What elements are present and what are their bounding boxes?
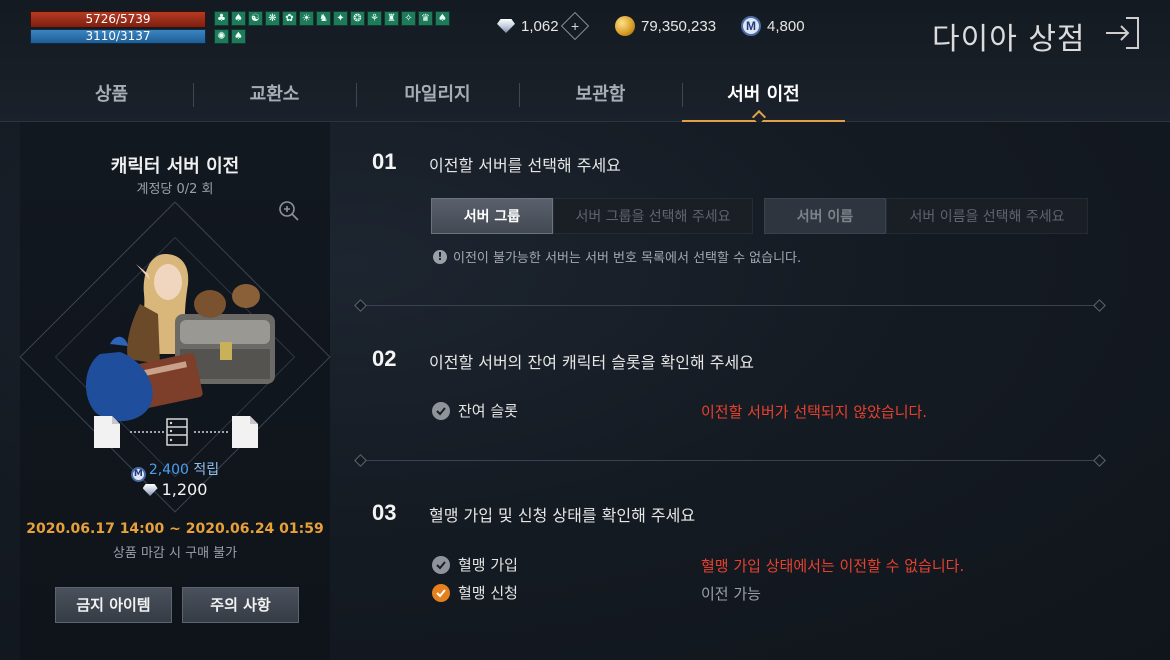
buff-icon: ♣ xyxy=(214,11,229,26)
gold-coin-icon xyxy=(615,16,635,36)
file-icon xyxy=(94,416,120,448)
banned-items-button[interactable]: 금지 아이템 xyxy=(55,587,172,623)
buff-icon: ♞ xyxy=(316,11,331,26)
diamond-icon xyxy=(497,19,515,33)
diamond-amount: 1,062 xyxy=(521,17,559,35)
transfer-dots xyxy=(130,431,164,433)
notice-button[interactable]: 주의 사항 xyxy=(182,587,299,623)
clan-apply-status: 이전 가능 xyxy=(701,585,761,603)
section-divider xyxy=(360,460,1100,461)
server-warning-text: 이전이 불가능한 서버는 서버 번호 목록에서 선택할 수 없습니다. xyxy=(453,251,802,266)
buff-icon: ✦ xyxy=(333,11,348,26)
clan-join-row: 혈맹 가입 xyxy=(432,554,518,575)
server-group-select[interactable]: 서버 그룹을 선택해 주세요 xyxy=(553,198,753,234)
sale-period: 2020.06.17 14:00 ~ 2020.06.24 01:59 xyxy=(26,521,324,537)
step-number: 01 xyxy=(372,149,397,174)
clan-join-status: 혈맹 가입 상태에서는 이전할 수 없습니다. xyxy=(701,557,965,575)
buff-icons-row-2: ✺ ♠ xyxy=(214,29,246,44)
check-icon xyxy=(432,583,450,602)
mileage-icon: M xyxy=(741,16,761,36)
buff-icon: ♜ xyxy=(384,11,399,26)
mileage-reward-amount: 2,400 xyxy=(148,462,189,478)
mileage-currency: M 4,800 xyxy=(741,16,805,36)
server-name-select: 서버 이름을 선택해 주세요 xyxy=(886,198,1088,234)
buff-icon: ✧ xyxy=(401,11,416,26)
tab-exchange[interactable]: 교환소 xyxy=(193,80,356,122)
diamond-icon xyxy=(142,484,158,496)
buff-icon: ♠ xyxy=(435,11,450,26)
buff-icon: ☀ xyxy=(299,11,314,26)
step-title: 이전할 서버의 잔여 캐릭터 슬롯을 확인해 주세요 xyxy=(429,353,754,372)
check-icon xyxy=(432,401,450,420)
diamond-currency: 1,062 + xyxy=(497,11,589,41)
buff-icon: ✺ xyxy=(214,29,229,44)
clan-join-label: 혈맹 가입 xyxy=(458,556,518,574)
server-name-label: 서버 이름 xyxy=(764,198,886,234)
buff-icon: ♛ xyxy=(418,11,433,26)
section-divider xyxy=(360,305,1100,306)
buff-icon: ☯ xyxy=(248,11,263,26)
shop-title: 다이아 상점 xyxy=(932,22,1086,57)
tab-mileage[interactable]: 마일리지 xyxy=(356,80,519,122)
product-price: 1,200 xyxy=(20,480,330,499)
transfer-dots-right xyxy=(194,431,228,433)
mileage-reward: M 2,400 적립 xyxy=(20,459,330,482)
clan-apply-label: 혈맹 신청 xyxy=(458,584,518,602)
sale-note: 상품 마감 시 구매 불가 xyxy=(112,546,238,561)
step-number: 02 xyxy=(372,346,397,371)
buff-icon: ♠ xyxy=(231,29,246,44)
purchase-limit: 계정당 0/2 회 xyxy=(136,182,214,197)
mileage-reward-suffix: 적립 xyxy=(193,462,220,478)
server-group-label[interactable]: 서버 그룹 xyxy=(431,198,553,234)
step-number: 03 xyxy=(372,500,397,525)
slot-check-row: 잔여 슬롯 xyxy=(432,400,518,421)
gold-currency: 79,350,233 xyxy=(615,16,716,36)
check-icon xyxy=(432,555,450,574)
buff-icon: ⚘ xyxy=(367,11,382,26)
product-image xyxy=(85,254,275,422)
slot-status: 이전할 서버가 선택되지 않았습니다. xyxy=(701,403,928,421)
step-title: 이전할 서버를 선택해 주세요 xyxy=(429,156,621,175)
add-diamond-button[interactable]: + xyxy=(560,11,589,41)
plus-icon: + xyxy=(570,18,579,34)
buff-icon: ✿ xyxy=(282,11,297,26)
hp-bar: 5726/5739 xyxy=(30,11,206,28)
step-title: 혈맹 가입 및 신청 상태를 확인해 주세요 xyxy=(429,506,696,525)
server-warning: ! 이전이 불가능한 서버는 서버 번호 목록에서 선택할 수 없습니다. xyxy=(433,247,801,266)
mileage-amount: 4,800 xyxy=(767,17,805,35)
warning-icon: ! xyxy=(433,249,447,264)
buff-icons-row: ♣ ♠ ☯ ❋ ✿ ☀ ♞ ✦ ❂ ⚘ ♜ ✧ ♛ ♠ xyxy=(214,11,450,26)
buff-icon: ❂ xyxy=(350,11,365,26)
product-panel: 캐릭터 서버 이전 계정당 0/2 회 M 2,400 적립 1,200 202… xyxy=(19,122,331,660)
tab-products[interactable]: 상품 xyxy=(30,80,193,122)
gold-amount: 79,350,233 xyxy=(641,17,717,35)
buff-icon: ♠ xyxy=(231,11,246,26)
zoom-in-icon[interactable] xyxy=(278,200,300,222)
mp-bar: 3110/3137 xyxy=(30,29,206,44)
slot-label: 잔여 슬롯 xyxy=(458,402,518,420)
buff-icon: ❋ xyxy=(265,11,280,26)
exit-icon[interactable] xyxy=(1104,14,1142,52)
shop-tabs: 상품 교환소 마일리지 보관함 서버 이전 xyxy=(30,80,845,122)
server-icon xyxy=(166,418,188,446)
clan-apply-row: 혈맹 신청 xyxy=(432,582,518,603)
product-title: 캐릭터 서버 이전 xyxy=(110,156,240,177)
file-icon-target xyxy=(232,416,258,448)
tab-storage[interactable]: 보관함 xyxy=(519,80,682,122)
price-amount: 1,200 xyxy=(161,480,208,499)
